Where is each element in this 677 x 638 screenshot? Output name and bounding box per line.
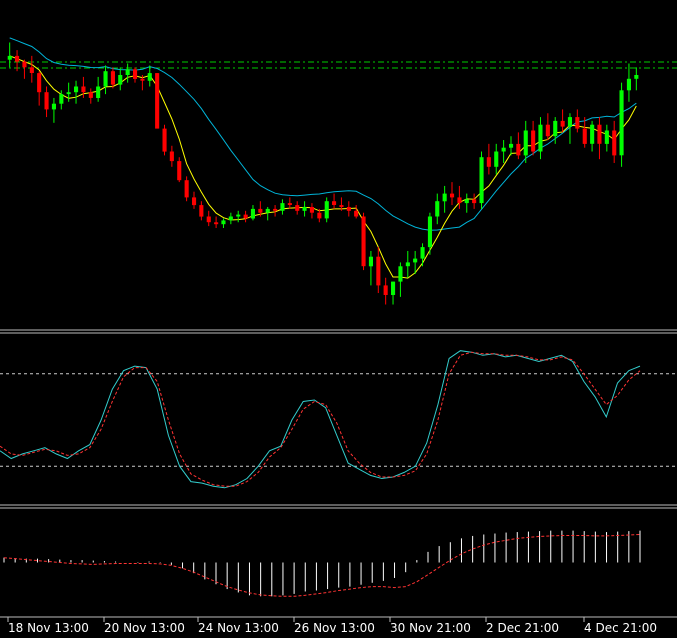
candle-body xyxy=(7,55,12,60)
candle-body xyxy=(302,207,307,211)
candle-body xyxy=(590,124,595,144)
candle-body xyxy=(155,73,160,129)
candle-body xyxy=(427,216,432,248)
candle-body xyxy=(199,205,204,217)
candle-body xyxy=(192,197,197,206)
candle-body xyxy=(184,180,189,198)
candle-body xyxy=(450,193,455,198)
candle-body xyxy=(140,78,145,81)
candle-body xyxy=(405,262,410,267)
candle-body xyxy=(324,201,329,219)
candle-body xyxy=(523,130,528,156)
x-tick-label: 30 Nov 21:00 xyxy=(390,621,471,635)
candle-body xyxy=(494,151,499,167)
candle-body xyxy=(486,157,491,167)
candle-body xyxy=(147,73,152,81)
candle-body xyxy=(258,208,263,213)
candle-body xyxy=(346,207,351,211)
chart-background xyxy=(0,0,677,638)
candle-body xyxy=(15,55,20,62)
candle-body xyxy=(169,151,174,162)
candle-body xyxy=(634,75,639,79)
candle-body xyxy=(567,117,572,127)
candle-body xyxy=(206,216,211,223)
candle-body xyxy=(29,67,34,73)
candle-body xyxy=(177,161,182,181)
candle-body xyxy=(376,256,381,286)
candle-body xyxy=(619,90,624,156)
candle-body xyxy=(317,212,322,219)
candle-body xyxy=(472,199,477,204)
candle-body xyxy=(66,92,71,95)
candle-body xyxy=(162,128,167,152)
candle-body xyxy=(273,208,278,211)
candle-body xyxy=(22,61,27,68)
candle-body xyxy=(538,124,543,152)
candle-body xyxy=(604,130,609,144)
candle-body xyxy=(479,157,484,204)
candle-body xyxy=(368,256,373,267)
candle-body xyxy=(332,201,337,205)
candle-body xyxy=(420,247,425,259)
candle-body xyxy=(228,216,233,221)
candle-body xyxy=(88,92,93,98)
candle-body xyxy=(582,128,587,144)
candle-body xyxy=(516,143,521,156)
candle-body xyxy=(133,69,138,79)
candle-body xyxy=(125,69,130,75)
candle-body xyxy=(51,103,56,110)
candle-body xyxy=(560,120,565,127)
candle-body xyxy=(287,203,292,205)
candle-body xyxy=(626,78,631,91)
candle-body xyxy=(37,73,42,93)
x-tick-label: 18 Nov 13:00 xyxy=(8,621,89,635)
candle-body xyxy=(442,193,447,202)
candle-body xyxy=(398,266,403,282)
candle-body xyxy=(110,71,115,85)
candle-body xyxy=(553,120,558,137)
x-tick-label: 26 Nov 13:00 xyxy=(294,621,375,635)
candle-body xyxy=(413,258,418,263)
candle-body xyxy=(354,210,359,217)
candle-body xyxy=(74,86,79,93)
candle-body xyxy=(575,117,580,129)
x-tick-label: 4 Dec 21:00 xyxy=(584,621,657,635)
candle-body xyxy=(44,92,49,110)
candle-body xyxy=(309,207,314,213)
candle-body xyxy=(435,201,440,217)
candle-body xyxy=(280,203,285,211)
candle-body xyxy=(457,197,462,204)
candle-body xyxy=(243,214,248,219)
chart-canvas: 18 Nov 13:00 20 Nov 13:00 24 Nov 13:00 26 N… xyxy=(0,0,677,638)
candle-body xyxy=(464,199,469,204)
candle-body xyxy=(118,75,123,85)
candle-body xyxy=(361,216,366,267)
candle-body xyxy=(59,94,64,104)
x-tick-label: 2 Dec 21:00 xyxy=(486,621,559,635)
candle-body xyxy=(221,220,226,225)
candle-body xyxy=(597,124,602,144)
candle-body xyxy=(383,285,388,295)
candle-body xyxy=(214,222,219,225)
candle-body xyxy=(509,143,514,148)
candle-body xyxy=(96,86,101,98)
candle-body xyxy=(81,86,86,93)
candle-body xyxy=(391,281,396,295)
candle-body xyxy=(612,130,617,156)
candle-body xyxy=(531,130,536,152)
candle-body xyxy=(265,208,270,213)
candle-body xyxy=(545,124,550,137)
candle-body xyxy=(236,214,241,217)
x-tick-label: 24 Nov 13:00 xyxy=(198,621,279,635)
x-tick-label: 20 Nov 13:00 xyxy=(104,621,185,635)
candle-body xyxy=(250,208,255,219)
candle-body xyxy=(295,205,300,211)
candle-body xyxy=(339,205,344,207)
candle-body xyxy=(501,147,506,152)
candle-body xyxy=(103,71,108,87)
